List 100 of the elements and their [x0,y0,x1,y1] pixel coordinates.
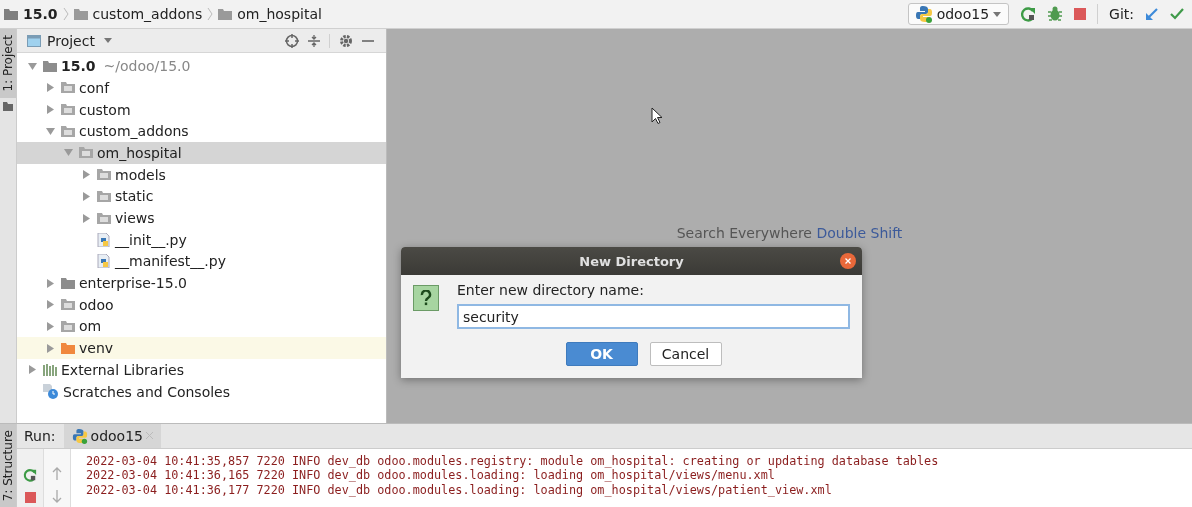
folder-icon [61,277,75,289]
run-configuration-dropdown[interactable]: odoo15 [907,3,1010,26]
path-hint: ~/odoo/15.0 [103,58,191,75]
rerun-icon[interactable] [1020,6,1037,23]
tree-row[interactable]: __init__.py [17,228,386,251]
rerun-icon[interactable] [23,468,37,482]
tree-item-label: om_hospital [97,144,182,161]
tree-row[interactable]: conf [17,77,386,99]
commit-check-icon[interactable] [1170,7,1184,22]
tree-row[interactable]: odoo [17,293,386,316]
folder-icon [97,212,111,224]
collapsed-arrow-icon[interactable] [45,300,55,310]
tree-item-label: custom [79,101,131,118]
folder-icon [79,147,93,159]
tree-row[interactable]: om [17,315,386,338]
tree-row[interactable]: __manifest__.py [17,250,386,273]
tree-item-label: custom_addons [79,123,189,140]
mouse-cursor-icon [651,107,663,126]
collapsed-arrow-icon[interactable] [45,343,55,353]
collapsed-arrow-icon[interactable] [81,213,91,223]
expanded-arrow-icon[interactable] [27,61,37,71]
collapsed-arrow-icon[interactable] [81,191,91,201]
tree-item-label: venv [79,340,114,357]
breadcrumb-item[interactable]: 15.0 [23,6,58,23]
tree-row[interactable]: custom_addons [17,120,386,143]
folder-icon [3,101,13,111]
python-icon [71,427,88,444]
dialog-title: New Directory [579,253,684,269]
breadcrumb-item[interactable]: custom_addons [92,6,203,23]
stop-icon[interactable] [24,492,36,503]
expanded-arrow-icon[interactable] [45,126,55,136]
structure-tool-tab[interactable]: 7: Structure [0,423,16,507]
tree-item-label: om [79,318,102,335]
expanded-arrow-icon[interactable] [63,148,73,158]
tree-row[interactable]: 15.0 ~/odoo/15.0 [17,55,386,78]
tree-row[interactable]: views [17,207,386,229]
folder-icon [4,8,18,20]
tree-item-label: conf [79,79,110,96]
log-line: 2022-03-04 10:41:36,177 7220 INFO dev_db odoo.modules.loading: loading om_hospital/views/patient_view.xml [86,482,833,498]
tree-row[interactable]: custom [17,98,386,121]
collapsed-arrow-icon[interactable] [45,105,55,115]
folder-icon [73,8,88,20]
tree-item-label: 15.0 [61,58,96,75]
stop-icon[interactable] [1074,8,1087,21]
caret-icon[interactable] [103,38,112,44]
python-file-icon [97,232,111,247]
run-tab[interactable]: odoo15 [63,423,161,448]
directory-name-field[interactable]: security [457,304,850,330]
tree-row[interactable]: Scratches and Consoles [17,380,386,403]
up-arrow-icon[interactable] [52,467,62,480]
tree-row[interactable]: models [17,163,386,186]
tree-item-label: External Libraries [61,361,184,378]
debug-icon[interactable] [1047,6,1064,23]
collapsed-arrow-icon[interactable] [45,83,55,93]
libraries-icon [43,363,57,376]
tree-row[interactable]: static [17,185,386,208]
vcs-label: Git: [1109,6,1134,23]
update-arrow-icon[interactable] [1145,7,1159,22]
tree-row[interactable]: venv [17,337,386,359]
folder-icon [61,104,75,116]
scratches-icon [43,384,59,400]
collapsed-arrow-icon[interactable] [45,278,55,288]
tree-item-label: static [115,188,154,205]
locate-icon[interactable] [285,33,299,48]
project-tool-tab[interactable]: 1: Project [0,29,16,98]
tree-item-label: enterprise-15.0 [79,275,187,292]
chevron-icon [207,7,214,22]
collapsed-arrow-icon[interactable] [81,170,91,180]
question-icon [413,285,439,312]
settings-icon[interactable] [339,33,353,48]
tree-row[interactable]: enterprise-15.0 [17,272,386,294]
caret-icon [993,11,1002,17]
folder-icon [61,342,75,354]
folder-icon [97,190,111,202]
chevron-icon [62,7,69,22]
python-file-icon [97,254,111,269]
cancel-button[interactable]: Cancel [649,342,722,367]
folder-icon [61,299,75,311]
down-arrow-icon[interactable] [52,490,62,503]
tree-item-label: __init__.py [115,231,187,248]
collapsed-arrow-icon[interactable] [45,321,55,331]
log-line: 2022-03-04 10:41:36,165 7220 INFO dev_db odoo.modules.loading: loading om_hospital/views/menu.xml [86,468,776,483]
close-icon[interactable] [840,253,856,270]
tree-item-label: models [115,166,166,183]
ok-button[interactable]: OK [565,342,638,367]
tree-item-label: odoo [79,296,114,313]
tree-row[interactable]: om_hospital [17,142,386,164]
breadcrumb-item[interactable]: om_hospital [237,6,322,23]
folder-icon [61,82,75,94]
tree-row[interactable]: External Libraries [17,359,386,381]
panel-title[interactable]: Project [47,32,95,49]
collapse-icon[interactable] [308,33,320,48]
python-icon [914,5,933,24]
collapsed-arrow-icon[interactable] [27,365,37,375]
folder-icon [61,320,75,332]
tree-item-label: Scratches and Consoles [63,383,230,400]
tree-item-label: __manifest__.py [115,253,226,270]
folder-icon [43,60,57,72]
folder-icon [218,8,233,20]
folder-icon [61,125,75,137]
